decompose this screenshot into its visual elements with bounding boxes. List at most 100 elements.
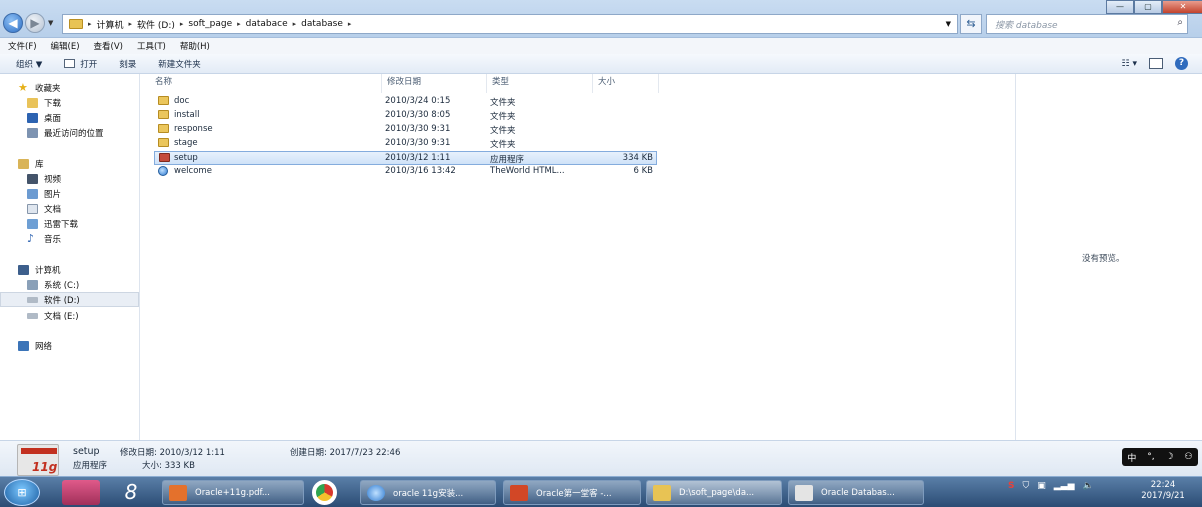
file-name: response: [174, 124, 213, 134]
file-row-selected[interactable]: setup 2010/3/12 1:11 应用程序 334 KB: [154, 151, 657, 165]
menu-help[interactable]: 帮助(H): [180, 40, 210, 52]
new-folder-label: 新建文件夹: [158, 59, 201, 70]
nav-favorites[interactable]: ★ 收藏夹: [18, 80, 157, 95]
file-date: 2010/3/30 8:05: [385, 110, 451, 120]
close-button[interactable]: ✕: [1162, 0, 1202, 14]
open-button[interactable]: 打开: [64, 58, 97, 70]
view-controls: ☷ ▾ ?: [1122, 57, 1188, 70]
start-button[interactable]: ⊞: [4, 479, 40, 506]
taskbar-browser[interactable]: oracle 11g安装...: [360, 480, 496, 505]
file-row[interactable]: doc 2010/3/24 0:15 文件夹: [154, 95, 657, 109]
back-button[interactable]: ◀: [3, 13, 23, 33]
clock[interactable]: 22:24 2017/9/21: [1128, 480, 1198, 502]
nav-network[interactable]: 网络: [18, 338, 157, 353]
file-row[interactable]: response 2010/3/30 9:31 文件夹: [154, 123, 657, 137]
nav-item-label: 文档 (E:): [44, 311, 79, 322]
taskbar-java-installer[interactable]: Oracle Databas...: [788, 480, 924, 505]
nav-network-label: 网络: [35, 341, 53, 352]
refresh-button[interactable]: ⇆: [960, 14, 982, 34]
no-preview-text: 没有预览。: [1082, 254, 1125, 264]
file-list: 名称 修改日期 类型 大小 doc 2010/3/24 0:15 文件夹 insta…: [140, 74, 1015, 440]
folder-icon: [653, 484, 671, 501]
burn-label: 刻录: [119, 59, 137, 70]
volume-icon[interactable]: 🔈: [1083, 481, 1094, 491]
documents-icon: [27, 203, 38, 214]
pinned-s-app-icon[interactable]: 8: [112, 480, 150, 505]
star-icon: ★: [18, 80, 28, 94]
ime-chinese-mode[interactable]: 中: [1127, 451, 1136, 464]
menu-tools[interactable]: 工具(T): [137, 40, 166, 52]
title-bar: ◀ ▶ ▼ ▸ 计算机 ▸ 软件 (D:) ▸ soft_page ▸ data…: [0, 0, 1202, 38]
nav-computer[interactable]: 计算机: [18, 262, 157, 277]
menu-file[interactable]: 文件(F): [8, 40, 37, 52]
preview-pane-icon[interactable]: [1149, 58, 1163, 69]
breadcrumb-item[interactable]: database: [301, 19, 343, 29]
library-icon: [18, 158, 29, 169]
back-arrow-icon: ◀: [8, 16, 18, 30]
nav-libraries[interactable]: 库: [18, 156, 157, 171]
view-options-icon[interactable]: ☷ ▾: [1122, 59, 1137, 69]
search-icon[interactable]: ⌕: [1177, 17, 1183, 28]
minimize-button[interactable]: —: [1106, 0, 1134, 14]
menu-view[interactable]: 查看(V): [94, 40, 123, 52]
breadcrumb-item[interactable]: soft_page: [188, 19, 232, 29]
desktop-icon: [27, 112, 38, 123]
file-row[interactable]: install 2010/3/30 8:05 文件夹: [154, 109, 657, 123]
close-icon: ✕: [1179, 2, 1187, 11]
nav-item-drive-d[interactable]: 软件 (D:): [0, 292, 139, 307]
chevron-right-icon[interactable]: ▸: [348, 20, 352, 28]
column-date[interactable]: 修改日期: [382, 74, 487, 93]
ime-moon-icon[interactable]: ☽: [1166, 452, 1174, 462]
device-icon[interactable]: ▣: [1037, 481, 1046, 491]
burn-button[interactable]: 刻录: [119, 58, 136, 70]
file-row[interactable]: welcome 2010/3/16 13:42 TheWorld HTML... 6 …: [154, 165, 657, 179]
network-icon: [18, 340, 29, 351]
security-shield-icon[interactable]: ⛉: [1022, 481, 1029, 491]
chevron-right-icon[interactable]: ▸: [237, 20, 241, 28]
file-row[interactable]: stage 2010/3/30 9:31 文件夹: [154, 137, 657, 151]
recent-pages-dropdown-icon[interactable]: ▼: [48, 19, 53, 27]
recent-places-icon: [27, 127, 38, 138]
ime-toolbar[interactable]: 中 °, ☽ ⚇: [1122, 448, 1198, 466]
help-icon[interactable]: ?: [1175, 57, 1188, 70]
chevron-right-icon[interactable]: ▸: [180, 20, 184, 28]
organize-label: 组织 ▼: [16, 59, 43, 70]
breadcrumb-item[interactable]: 计算机: [97, 18, 124, 31]
chevron-right-icon[interactable]: ▸: [293, 20, 297, 28]
file-date: 2010/3/30 9:31: [385, 138, 451, 148]
address-bar[interactable]: ▸ 计算机 ▸ 软件 (D:) ▸ soft_page ▸ databace ▸…: [62, 14, 958, 34]
new-folder-button[interactable]: 新建文件夹: [158, 58, 201, 70]
menu-edit[interactable]: 编辑(E): [51, 40, 80, 52]
chrome-icon[interactable]: [312, 480, 337, 505]
organize-button[interactable]: 组织 ▼: [16, 58, 42, 70]
oracle-11g-logo: 11g: [17, 444, 59, 476]
network-signal-icon[interactable]: ▂▃▅: [1054, 481, 1075, 491]
address-dropdown-icon[interactable]: ▼: [946, 20, 951, 28]
ime-punctuation-icon[interactable]: °,: [1147, 452, 1154, 462]
file-date: 2010/3/12 1:11: [385, 153, 451, 163]
pictures-icon: [27, 188, 38, 199]
folder-icon: [69, 19, 83, 29]
search-input[interactable]: 搜索 database ⌕: [986, 14, 1188, 34]
chevron-right-icon[interactable]: ▸: [88, 20, 92, 28]
preview-pane: 没有预览。: [1015, 74, 1202, 440]
forward-button[interactable]: ▶: [25, 13, 45, 33]
breadcrumb-item[interactable]: databace: [246, 19, 288, 29]
breadcrumb-item[interactable]: 软件 (D:): [137, 18, 175, 31]
taskbar-powerpoint[interactable]: Oracle第一堂客 -...: [503, 480, 641, 505]
nav-favorites-label: 收藏夹: [35, 83, 61, 94]
column-size[interactable]: 大小: [593, 74, 659, 93]
nav-item-label: 迅雷下载: [44, 219, 79, 230]
details-file-type: 应用程序: [73, 461, 108, 471]
taskbar-label: Oracle+11g.pdf...: [195, 487, 270, 498]
column-name[interactable]: 名称: [150, 74, 382, 93]
maximize-button[interactable]: ▢: [1134, 0, 1162, 14]
taskbar-explorer[interactable]: D:\soft_page\da...: [646, 480, 782, 505]
sogou-icon[interactable]: S: [1008, 481, 1014, 491]
chevron-right-icon[interactable]: ▸: [129, 20, 133, 28]
column-type[interactable]: 类型: [487, 74, 593, 93]
ime-settings-icon[interactable]: ⚇: [1184, 452, 1192, 462]
taskbar-pdf[interactable]: Oracle+11g.pdf...: [162, 480, 304, 505]
pinned-app-icon[interactable]: [62, 480, 100, 505]
details-created: 创建日期: 2017/7/23 22:46: [290, 448, 401, 458]
